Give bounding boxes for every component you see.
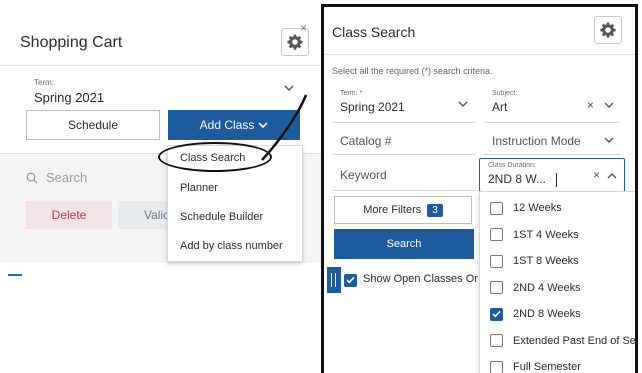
subject-label: Subject:: [492, 90, 518, 97]
term-select[interactable]: Term: Spring 2021: [26, 73, 302, 109]
checkbox-empty-icon[interactable]: [490, 360, 503, 373]
gear-icon: [287, 34, 303, 50]
page-title: Shopping Cart: [20, 34, 123, 51]
duration-option-label: Full Semester: [513, 361, 581, 373]
panel-handle-icon[interactable]: [327, 267, 341, 293]
instruction-mode-select[interactable]: Instruction Mode: [484, 123, 620, 155]
show-open-classes-checkbox[interactable]: [344, 274, 357, 287]
checkbox-empty-icon[interactable]: [490, 201, 503, 215]
add-class-label: Add Class: [199, 118, 255, 132]
gear-icon: [600, 22, 616, 38]
duration-option-full-semester[interactable]: Full Semester: [490, 357, 635, 373]
chevron-down-icon: [604, 102, 614, 109]
cart-controls: Term: Spring 2021 Schedule Add Class: [0, 67, 322, 153]
class-search-title: Class Search: [332, 24, 416, 40]
term-label: Term:: [34, 78, 54, 87]
class-search-highlight-oval: [158, 142, 272, 172]
term-value: Spring 2021: [34, 90, 105, 105]
duration-option-12-weeks[interactable]: 12 Weeks: [490, 198, 635, 218]
delete-button[interactable]: Delete: [26, 201, 112, 229]
search-placeholder: Search: [46, 170, 88, 185]
close-icon[interactable]: ×: [587, 98, 594, 112]
show-open-classes-label: Show Open Classes Or: [363, 273, 478, 285]
tab-indicator: [8, 274, 22, 276]
duration-option-2nd-4-weeks[interactable]: 2ND 4 Weeks: [490, 278, 635, 298]
keyword-input[interactable]: Keyword: [332, 157, 476, 191]
class-duration-select[interactable]: Class Duration: 2ND 8 W... ×: [479, 158, 625, 192]
search-criteria-hint: Select all the required (*) search crite…: [332, 66, 493, 76]
chevron-down-icon: [458, 101, 468, 108]
cart-header: Shopping Cart ×: [0, 0, 322, 66]
duration-option-extended-past-end-of-se[interactable]: Extended Past End of Se: [490, 331, 636, 351]
duration-option-label: 1ST 8 Weeks: [513, 255, 579, 267]
chevron-down-icon: [258, 118, 268, 132]
cart-search-input[interactable]: Search: [26, 170, 87, 185]
duration-option-label: Extended Past End of Se: [513, 334, 636, 347]
search-icon: [26, 172, 38, 183]
duration-option-label: 12 Weeks: [513, 202, 562, 214]
duration-option-2nd-8-weeks[interactable]: 2ND 8 Weeks: [490, 304, 635, 324]
checkbox-empty-icon[interactable]: [490, 334, 503, 347]
search-term-select[interactable]: Term: * Spring 2021: [332, 87, 476, 123]
duration-option-label: 2ND 8 Weeks: [513, 308, 581, 320]
menu-item-add-by-class-number[interactable]: Add by class number: [180, 240, 283, 252]
catalog-number-input[interactable]: Catalog #: [332, 123, 476, 155]
catalog-placeholder: Catalog #: [340, 134, 392, 148]
class-duration-label: Class Duration:: [488, 162, 536, 169]
duration-option-label: 1ST 4 Weeks: [513, 228, 579, 241]
schedule-button[interactable]: Schedule: [26, 110, 160, 140]
chevron-down-icon: [604, 137, 614, 144]
more-filters-button[interactable]: More Filters 3: [334, 196, 472, 224]
close-icon[interactable]: ×: [300, 22, 307, 34]
instruction-mode-label: Instruction Mode: [492, 134, 581, 148]
search-term-value: Spring 2021: [340, 100, 405, 114]
header-divider: [324, 54, 635, 55]
checkbox-empty-icon[interactable]: [490, 254, 503, 268]
checkbox-empty-icon[interactable]: [490, 228, 503, 241]
duration-option-1st-4-weeks[interactable]: 1ST 4 Weeks: [490, 225, 635, 245]
more-filters-label: More Filters: [363, 204, 422, 216]
menu-item-schedule-builder[interactable]: Schedule Builder: [180, 211, 263, 223]
add-class-button[interactable]: Add Class: [168, 110, 300, 140]
chevron-up-icon: [607, 172, 617, 179]
text-cursor: [556, 173, 557, 187]
subject-value: Art: [492, 100, 508, 114]
class-duration-value: 2ND 8 W...: [488, 172, 547, 186]
menu-item-planner[interactable]: Planner: [180, 182, 218, 194]
search-term-label: Term: *: [340, 90, 363, 97]
checkbox-checked-icon[interactable]: [490, 307, 503, 321]
chevron-down-icon: [284, 85, 294, 92]
filter-count-badge: 3: [427, 203, 443, 217]
class-duration-options: 12 Weeks 1ST 4 Weeks 1ST 8 Weeks 2ND 4 Week…: [479, 191, 636, 373]
checkbox-empty-icon[interactable]: [490, 281, 503, 294]
subject-select[interactable]: Subject: Art ×: [484, 87, 620, 123]
duration-option-1st-8-weeks[interactable]: 1ST 8 Weeks: [490, 251, 635, 271]
class-search-panel: Class Search Select all the required (*)…: [321, 4, 638, 373]
duration-option-label: 2ND 4 Weeks: [513, 281, 581, 294]
search-settings-button[interactable]: [594, 16, 622, 44]
search-button[interactable]: Search: [334, 229, 474, 259]
checkbox-checked-icon: [346, 276, 355, 284]
keyword-placeholder: Keyword: [340, 168, 387, 182]
close-icon[interactable]: ×: [593, 168, 600, 182]
